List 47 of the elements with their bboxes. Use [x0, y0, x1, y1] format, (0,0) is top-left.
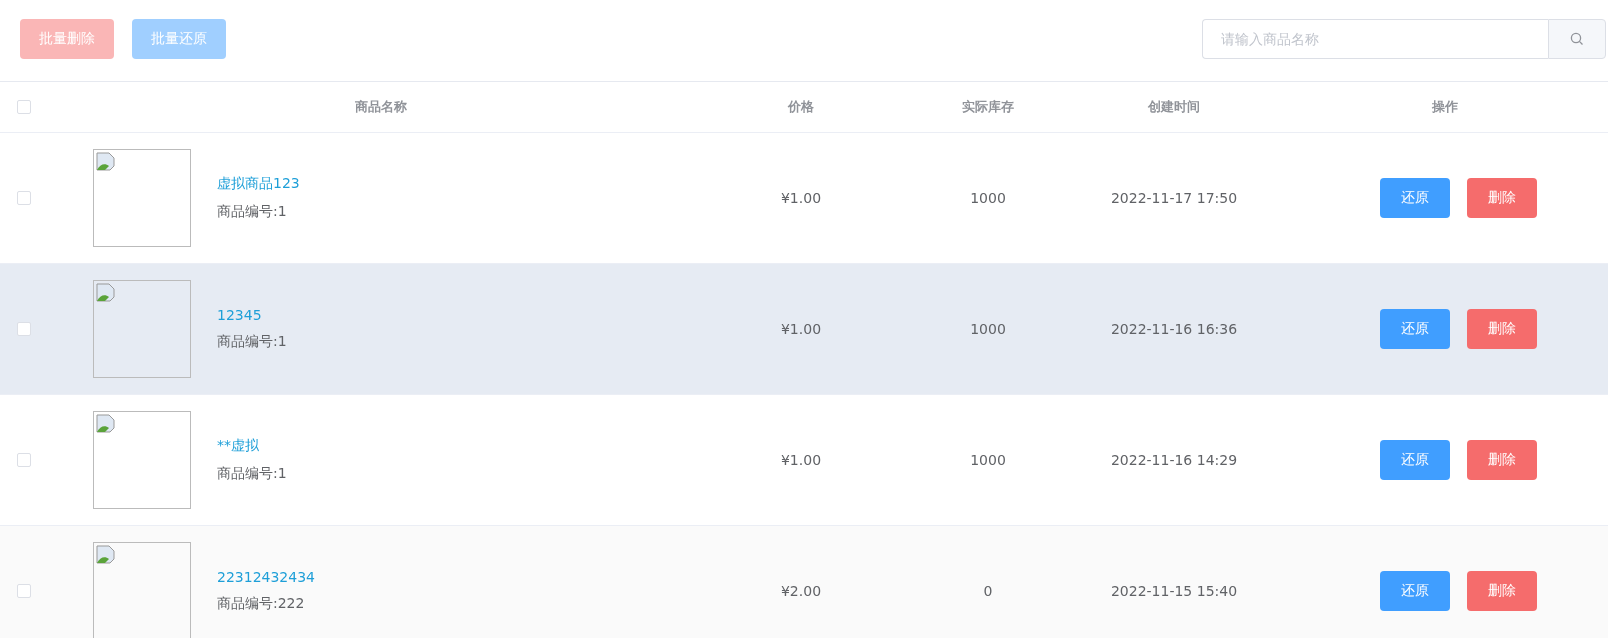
delete-button[interactable]: 删除 — [1466, 309, 1537, 349]
price-cell: ¥1.00 — [780, 321, 822, 337]
column-header: 价格 — [788, 98, 814, 116]
stock-cell: 1000 — [970, 321, 1006, 337]
search-field[interactable]: 请输入商品名称 — [1202, 18, 1548, 59]
broken-image-icon — [96, 414, 116, 434]
row-checkbox[interactable] — [17, 584, 31, 598]
product-code: 商品编号:222 — [217, 595, 306, 613]
created-time-cell: 2022-11-15 15:40 — [1110, 583, 1238, 599]
created-time-cell: 2022-11-16 14:29 — [1110, 452, 1238, 468]
product-name-link[interactable]: 22312432434 — [217, 569, 315, 585]
restore-button[interactable]: 还原 — [1379, 178, 1450, 218]
product-code: 商品编号:1 — [217, 333, 287, 351]
broken-image-icon — [96, 545, 116, 565]
price-cell: ¥1.00 — [780, 452, 822, 468]
column-header: 商品名称 — [355, 98, 407, 116]
created-time-cell: 2022-11-17 17:50 — [1110, 190, 1238, 206]
price-cell: ¥1.00 — [780, 190, 822, 206]
row-checkbox[interactable] — [17, 191, 31, 205]
product-code: 商品编号:1 — [217, 465, 287, 483]
row-checkbox[interactable] — [17, 453, 31, 467]
restore-button[interactable]: 还原 — [1379, 571, 1450, 611]
broken-image-icon — [96, 152, 116, 172]
product-name-link[interactable]: **虚拟 — [217, 437, 287, 455]
row-checkbox[interactable] — [17, 322, 31, 336]
table-row[interactable]: 22312432434 商品编号:222 ¥2.00 0 2022-11-15 15:40 还原 删除 — [0, 526, 1608, 638]
restore-button[interactable]: 还原 — [1379, 440, 1450, 480]
table-row[interactable]: 12345 商品编号:1 ¥1.00 1000 2022-11-16 16:36 还原 删除 — [0, 264, 1608, 395]
created-time-cell: 2022-11-16 16:36 — [1110, 321, 1238, 337]
restore-button[interactable]: 还原 — [1379, 309, 1450, 349]
product-name-link[interactable]: 12345 — [217, 307, 287, 323]
broken-image-icon — [96, 283, 116, 303]
product-code: 商品编号:1 — [217, 203, 288, 221]
delete-button[interactable]: 删除 — [1466, 178, 1537, 218]
price-cell: ¥2.00 — [780, 583, 822, 599]
column-header: 创建时间 — [1148, 98, 1200, 116]
delete-button[interactable]: 删除 — [1466, 571, 1537, 611]
column-header: 实际库存 — [962, 98, 1014, 116]
product-name-link[interactable]: 虚拟商品123 — [217, 175, 300, 193]
search-icon — [1570, 31, 1584, 46]
column-header: 操作 — [1432, 98, 1458, 116]
delete-button[interactable]: 删除 — [1466, 440, 1537, 480]
stock-cell: 0 — [983, 583, 993, 599]
stock-cell: 1000 — [970, 452, 1006, 468]
stock-cell: 1000 — [970, 190, 1006, 206]
select-all-checkbox[interactable] — [17, 100, 31, 114]
search-button[interactable] — [1548, 18, 1606, 59]
